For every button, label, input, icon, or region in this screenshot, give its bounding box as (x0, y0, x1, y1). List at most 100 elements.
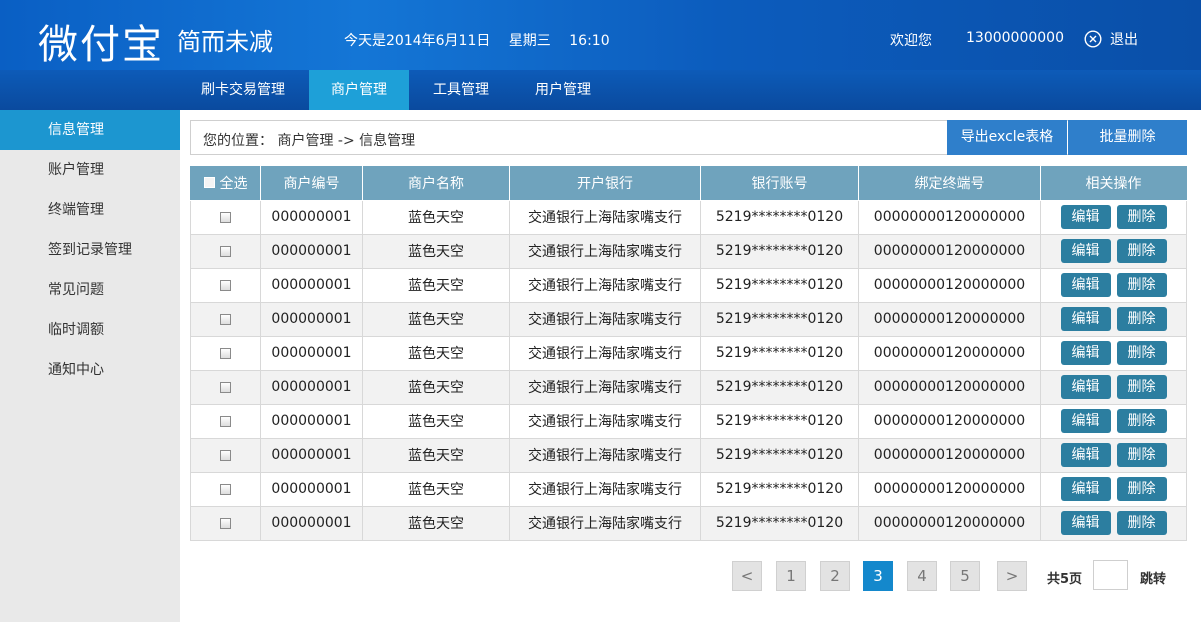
page-button-4[interactable]: 4 (907, 561, 937, 591)
row-checkbox[interactable] (220, 517, 231, 529)
row-checkbox[interactable] (220, 381, 231, 393)
table-row: 000000001 蓝色天空 交通银行上海陆家嘴支行 5219********0120… (190, 301, 1187, 337)
row-select-cell[interactable] (190, 301, 261, 337)
next-page-button[interactable]: > (997, 561, 1027, 591)
edit-button[interactable]: 编辑 (1060, 239, 1111, 263)
export-excel-button[interactable]: 导出excle表格 (947, 120, 1067, 155)
row-checkbox[interactable] (220, 483, 231, 495)
col-header-actions: 相关操作 (1040, 166, 1187, 201)
delete-button[interactable]: 删除 (1116, 477, 1167, 501)
sidebar-item-temp-limit[interactable]: 临时调额 (0, 310, 180, 350)
sidebar-item-faq[interactable]: 常见问题 (0, 270, 180, 310)
nav-item-card-transactions[interactable]: 刷卡交易管理 (183, 70, 303, 110)
total-pages-text: 共5页 (1047, 572, 1083, 587)
logout-label: 退出 (1110, 32, 1138, 48)
row-select-cell[interactable] (190, 403, 261, 439)
row-checkbox[interactable] (220, 449, 231, 461)
delete-button[interactable]: 删除 (1116, 443, 1167, 467)
merchant-name-cell: 蓝色天空 (362, 335, 510, 371)
nav-item-users[interactable]: 用户管理 (518, 70, 608, 110)
date-info: 今天是2014年6月11日 星期三 16:10 (344, 30, 624, 50)
edit-button[interactable]: 编辑 (1060, 205, 1111, 229)
table-row: 000000001 蓝色天空 交通银行上海陆家嘴支行 5219********0120… (190, 233, 1187, 269)
page-jump-input[interactable] (1093, 560, 1128, 590)
account-no-cell: 5219********0120 (700, 369, 859, 405)
sidebar-item-signin-records[interactable]: 签到记录管理 (0, 230, 180, 270)
terminal-no-cell: 00000000120000000 (858, 369, 1041, 405)
page-button-3[interactable]: 3 (863, 561, 893, 591)
edit-button[interactable]: 编辑 (1060, 341, 1111, 365)
merchant-id-cell: 000000001 (260, 267, 363, 303)
table-row: 000000001 蓝色天空 交通银行上海陆家嘴支行 5219********0120… (190, 403, 1187, 439)
bank-cell: 交通银行上海陆家嘴支行 (509, 369, 701, 405)
merchant-id-cell: 000000001 (260, 301, 363, 337)
delete-button[interactable]: 删除 (1116, 341, 1167, 365)
row-select-cell[interactable] (190, 437, 261, 473)
sidebar-item-account[interactable]: 账户管理 (0, 150, 180, 190)
row-select-cell[interactable] (190, 505, 261, 541)
page-button-1[interactable]: 1 (776, 561, 806, 591)
user-phone: 13000000000 (966, 30, 1064, 46)
breadcrumb: 您的位置： 商户管理 -> 信息管理 (203, 133, 416, 149)
actions-cell: 编辑 删除 (1040, 437, 1187, 473)
merchant-name-cell: 蓝色天空 (362, 369, 510, 405)
logout-button[interactable]: 退出 (1084, 29, 1138, 49)
account-no-cell: 5219********0120 (700, 199, 859, 235)
row-checkbox[interactable] (220, 211, 231, 223)
row-select-cell[interactable] (190, 233, 261, 269)
edit-button[interactable]: 编辑 (1060, 409, 1111, 433)
sidebar-item-info[interactable]: 信息管理 (0, 110, 180, 150)
edit-button[interactable]: 编辑 (1060, 307, 1111, 331)
page-button-2[interactable]: 2 (820, 561, 850, 591)
select-all-toggle[interactable]: 全选 (203, 173, 248, 193)
delete-button[interactable]: 删除 (1116, 511, 1167, 535)
row-select-cell[interactable] (190, 267, 261, 303)
row-select-cell[interactable] (190, 199, 261, 235)
edit-button[interactable]: 编辑 (1060, 375, 1111, 399)
row-checkbox[interactable] (220, 279, 231, 291)
bank-cell: 交通银行上海陆家嘴支行 (509, 267, 701, 303)
row-checkbox[interactable] (220, 347, 231, 359)
batch-delete-button[interactable]: 批量删除 (1068, 120, 1187, 155)
merchant-name-cell: 蓝色天空 (362, 301, 510, 337)
actions-cell: 编辑 删除 (1040, 403, 1187, 439)
row-select-cell[interactable] (190, 335, 261, 371)
row-checkbox[interactable] (220, 245, 231, 257)
row-select-cell[interactable] (190, 369, 261, 405)
row-checkbox[interactable] (220, 415, 231, 427)
col-header-account-no: 银行账号 (700, 166, 859, 201)
terminal-no-cell: 00000000120000000 (858, 403, 1041, 439)
delete-button[interactable]: 删除 (1116, 205, 1167, 229)
actions-cell: 编辑 删除 (1040, 233, 1187, 269)
row-select-cell[interactable] (190, 471, 261, 507)
terminal-no-cell: 00000000120000000 (858, 437, 1041, 473)
actions-cell: 编辑 删除 (1040, 267, 1187, 303)
edit-button[interactable]: 编辑 (1060, 443, 1111, 467)
page-jump-button[interactable]: 跳转 (1140, 568, 1166, 587)
select-all-header[interactable]: 全选 (190, 166, 261, 201)
page-button-5[interactable]: 5 (950, 561, 980, 591)
nav-item-tools[interactable]: 工具管理 (417, 70, 505, 110)
sidebar-item-terminal[interactable]: 终端管理 (0, 190, 180, 230)
merchant-name-cell: 蓝色天空 (362, 505, 510, 541)
sidebar: 信息管理 账户管理 终端管理 签到记录管理 常见问题 临时调额 通知中心 (0, 110, 180, 622)
select-all-checkbox[interactable] (203, 177, 215, 189)
delete-button[interactable]: 删除 (1116, 409, 1167, 433)
prev-page-button[interactable]: < (732, 561, 762, 591)
actions-cell: 编辑 删除 (1040, 369, 1187, 405)
table-row: 000000001 蓝色天空 交通银行上海陆家嘴支行 5219********0120… (190, 505, 1187, 541)
delete-button[interactable]: 删除 (1116, 375, 1167, 399)
bank-cell: 交通银行上海陆家嘴支行 (509, 505, 701, 541)
delete-button[interactable]: 删除 (1116, 273, 1167, 297)
edit-button[interactable]: 编辑 (1060, 477, 1111, 501)
welcome-text: 欢迎您 (890, 33, 932, 49)
delete-button[interactable]: 删除 (1116, 239, 1167, 263)
nav-item-merchant[interactable]: 商户管理 (309, 70, 409, 110)
edit-button[interactable]: 编辑 (1060, 511, 1111, 535)
sidebar-item-notifications[interactable]: 通知中心 (0, 350, 180, 390)
delete-button[interactable]: 删除 (1116, 307, 1167, 331)
row-checkbox[interactable] (220, 313, 231, 325)
actions-cell: 编辑 删除 (1040, 471, 1187, 507)
top-nav: 刷卡交易管理 商户管理 工具管理 用户管理 (0, 70, 1201, 110)
edit-button[interactable]: 编辑 (1060, 273, 1111, 297)
